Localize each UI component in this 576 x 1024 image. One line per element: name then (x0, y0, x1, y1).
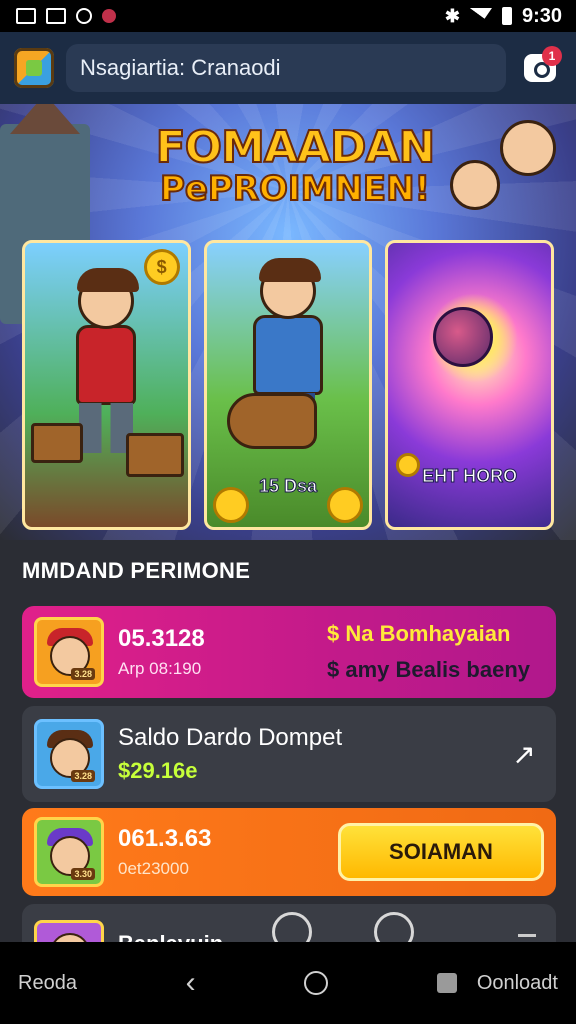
character-body (76, 325, 137, 405)
row-text: 05.3128 Arp 08:190 (118, 625, 205, 679)
runner-character (76, 268, 140, 453)
avatar-tag: 3.30 (71, 868, 95, 880)
record-icon (102, 9, 116, 23)
avatar: 3.28 (34, 719, 104, 789)
notification-badge: 1 (542, 46, 562, 66)
nav-right-label[interactable]: Oonloadt (477, 972, 558, 995)
character-body (253, 315, 323, 395)
guitar-icon (226, 393, 317, 449)
recents-icon[interactable] (436, 973, 457, 993)
character-head (450, 160, 500, 210)
avatar: 3.30 (34, 817, 104, 887)
character-head (77, 268, 140, 329)
bluetooth-icon: ✱ (444, 5, 460, 26)
row-text: 061.3.63 0et23000 (118, 825, 211, 879)
row-amount: 061.3.63 (118, 825, 212, 852)
promo-row-wallet[interactable]: 3.28 Saldo Dardo Dompet $29.16e ↗ (22, 706, 556, 802)
hero-characters (430, 110, 570, 230)
character-head (259, 258, 321, 319)
coin-icon: $ (143, 249, 180, 285)
back-icon[interactable]: ‹ (186, 966, 196, 1000)
system-icons: ✱ 9:30 (445, 5, 562, 28)
battery-icon (501, 7, 512, 25)
avatar-tag: 3.28 (71, 770, 95, 782)
clock: 9:30 (521, 4, 562, 27)
game-cube-icon[interactable] (14, 48, 54, 88)
character-head (500, 120, 556, 176)
treasure-chest-icon (31, 423, 83, 463)
avatar-tag: 3.28 (71, 668, 95, 680)
divider-icon (518, 934, 536, 937)
system-nav-bar: Reoda ‹ Oonloadt (0, 942, 576, 1024)
search-field[interactable]: Nsagiartia: Cranaodi (66, 44, 506, 92)
promo-card-guitar[interactable]: 15 Dsa (203, 240, 373, 530)
notification-icons (16, 8, 116, 24)
row-price: $29.16e (118, 758, 198, 783)
row-amount: 05.3128 (118, 625, 205, 652)
hero-title: FOMAADAN PePROIMNEN! (150, 122, 440, 209)
section-title: MMDAND PERIMONE (22, 558, 251, 583)
status-bar: ✱ 9:30 (0, 0, 576, 32)
home-icon[interactable] (304, 971, 329, 995)
nav-left-label[interactable]: Reoda (18, 972, 77, 995)
arrow-up-right-icon[interactable]: ↗ (504, 734, 544, 774)
wifi-icon (469, 8, 492, 24)
promo-row-pink[interactable]: 3.28 05.3128 Arp 08:190 $ Na Bomhayaian … (22, 606, 556, 698)
promo-cards: $ 15 Dsa EHT HORO (22, 240, 555, 530)
row-text: Saldo Dardo Dompet $29.16e (118, 724, 342, 784)
offer-line-2: $ amy Bealis baeny (326, 657, 530, 682)
offer-line-1: $ Na Bomhayaian (326, 621, 511, 646)
card-label: 15 Dsa (258, 476, 318, 497)
promo-card-explosion[interactable]: EHT HORO (385, 240, 555, 530)
avatar: 3.28 (34, 617, 104, 687)
row-subline: 0et23000 (118, 859, 189, 878)
circle-app-icon (76, 8, 92, 24)
chat-button[interactable]: 1 (518, 46, 562, 90)
hero-title-line2: PePROIMNEN! (159, 169, 431, 209)
claim-button[interactable]: SOIAMAN (338, 823, 544, 881)
nav-right-group: Oonloadt (436, 972, 558, 995)
row-subline: Arp 08:190 (118, 659, 202, 678)
row-offers: $ Na Bomhayaian $ amy Bealis baeny (327, 621, 544, 683)
treasure-chest-icon (125, 433, 184, 477)
hero-title-line1: FOMAADAN (155, 122, 437, 173)
hero-banner[interactable]: FOMAADAN PePROIMNEN! $ 15 Dsa EHT HORO (0, 104, 576, 540)
image-icon (46, 8, 66, 24)
magic-orb-icon (433, 307, 494, 367)
card-label: EHT HORO (422, 466, 518, 487)
app-header: Nsagiartia: Cranaodi 1 (0, 32, 576, 104)
promo-card-runner[interactable]: $ (22, 240, 191, 530)
promo-row-orange[interactable]: 3.30 061.3.63 0et23000 SOIAMAN (22, 808, 556, 896)
row-title: Saldo Dardo Dompet (118, 724, 343, 751)
gallery-icon (16, 8, 36, 24)
